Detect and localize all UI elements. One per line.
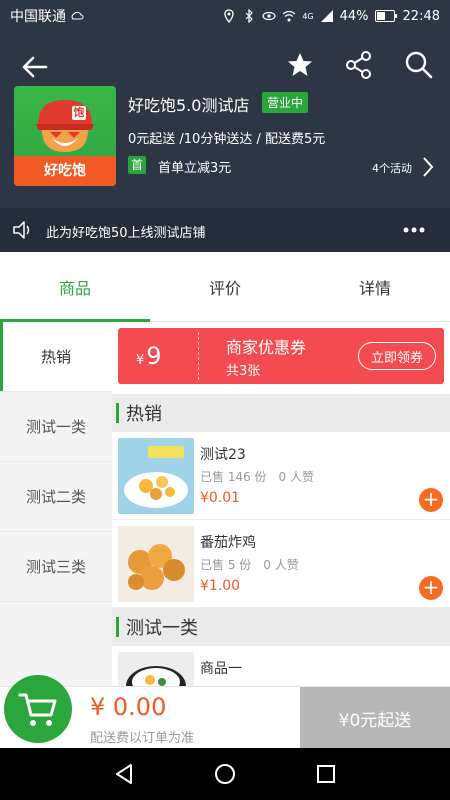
promo-text: 首单立减3元: [158, 161, 232, 176]
shop-name: 好吃饱5.0测试店: [128, 96, 250, 115]
shopping-cart-icon: [18, 693, 57, 726]
coupon-currency: ¥: [136, 353, 145, 368]
system-nav-bar: [0, 748, 450, 800]
delivery-info: 0元起送 /10分钟送达 / 配送费5元: [128, 132, 326, 147]
wifi-icon: [282, 10, 296, 22]
product-row[interactable]: 番茄炸鸡 已售 5 份 0 人赞 ¥1.00 +: [112, 520, 450, 608]
signal-icon: [320, 10, 333, 22]
search-icon[interactable]: [404, 50, 434, 80]
product-name: 商品一: [200, 661, 242, 677]
product-image: [118, 438, 194, 514]
first-order-badge: 首: [128, 156, 146, 174]
announcement-text: 此为好吃饱50上线测试店铺: [46, 226, 206, 241]
announcement-bar[interactable]: 此为好吃饱50上线测试店铺: [0, 208, 450, 252]
category-test-2[interactable]: 测试二类: [0, 462, 112, 532]
battery-percent: 44%: [339, 8, 369, 24]
category-hot[interactable]: 热销: [0, 322, 112, 392]
speaker-icon: [13, 221, 30, 239]
shop-logo: 饱 好吃饱: [14, 86, 116, 186]
product-sales: 已售 5 份 0 人赞: [200, 558, 299, 572]
clock: 22:48: [402, 8, 440, 24]
coupon-amount: ¥9: [136, 342, 162, 370]
tab-details[interactable]: 详情: [300, 252, 450, 322]
section-header-hot: 热销: [112, 394, 450, 432]
back-arrow-icon[interactable]: [18, 50, 52, 84]
share-icon[interactable]: [344, 50, 374, 80]
status-bar: 中国联通 4G 44% 22:48: [0, 0, 450, 32]
product-sales: 已售 146 份 0 人赞: [200, 470, 314, 484]
fox-mascot-icon: [36, 100, 94, 152]
cart-bar: ¥ 0.00 配送费以订单为准 ¥0元起送: [0, 675, 450, 749]
tab-reviews[interactable]: 评价: [150, 252, 300, 322]
home-circle-icon[interactable]: [213, 762, 237, 786]
cart-total: ¥ 0.00: [90, 693, 167, 721]
coupon-value: 9: [146, 342, 162, 370]
network-label: 4G: [302, 11, 314, 21]
tab-bar: 商品 评价 详情: [0, 252, 450, 322]
coupon-title: 商家优惠券: [226, 338, 307, 357]
logo-text: 好吃饱: [44, 163, 86, 179]
bluetooth-icon: [245, 9, 254, 23]
activity-count-link[interactable]: 4个活动: [372, 160, 412, 176]
cart-button[interactable]: [4, 675, 72, 743]
coupon-divider: [198, 332, 199, 380]
product-image: [118, 526, 194, 602]
delivery-fee-note: 配送费以订单为准: [90, 731, 195, 746]
chevron-right-icon[interactable]: [422, 156, 434, 178]
category-test-3[interactable]: 测试三类: [0, 532, 112, 602]
checkout-button[interactable]: ¥0元起送: [300, 687, 450, 749]
product-price: ¥0.01: [200, 490, 241, 506]
more-dots-icon[interactable]: [402, 222, 426, 238]
coupon-count: 共3张: [226, 364, 261, 379]
eye-icon: [262, 11, 276, 21]
logo-badge: 饱: [73, 106, 85, 119]
carrier-label: 中国联通: [10, 9, 66, 25]
product-name: 测试23: [200, 447, 246, 463]
shop-header: 饱 好吃饱 好吃饱5.0测试店 营业中 0元起送 /10分钟送达 / 配送费5元…: [0, 32, 450, 208]
product-row[interactable]: 测试23 已售 146 份 0 人赞 ¥0.01 +: [112, 432, 450, 520]
tab-products[interactable]: 商品: [0, 252, 150, 322]
recents-square-icon[interactable]: [314, 762, 338, 786]
section-header-test-1: 测试一类: [112, 608, 450, 646]
battery-icon: [374, 10, 397, 22]
product-price: ¥1.00: [200, 578, 241, 594]
favorite-star-icon[interactable]: [285, 50, 315, 80]
open-status-badge: 营业中: [262, 92, 309, 113]
product-list: ¥9 商家优惠券 共3张 立即领券 热销 测试23 已售 146 份 0 人赞 …: [112, 322, 450, 746]
claim-coupon-button[interactable]: 立即领券: [358, 342, 436, 370]
location-icon: [224, 9, 234, 23]
cloud-icon: [71, 11, 84, 20]
add-to-cart-button[interactable]: +: [419, 576, 443, 600]
category-test-1[interactable]: 测试一类: [0, 392, 112, 462]
add-to-cart-button[interactable]: +: [419, 488, 443, 512]
coupon-card: ¥9 商家优惠券 共3张 立即领券: [118, 328, 444, 384]
product-name: 番茄炸鸡: [200, 535, 256, 551]
back-triangle-icon[interactable]: [112, 762, 136, 786]
